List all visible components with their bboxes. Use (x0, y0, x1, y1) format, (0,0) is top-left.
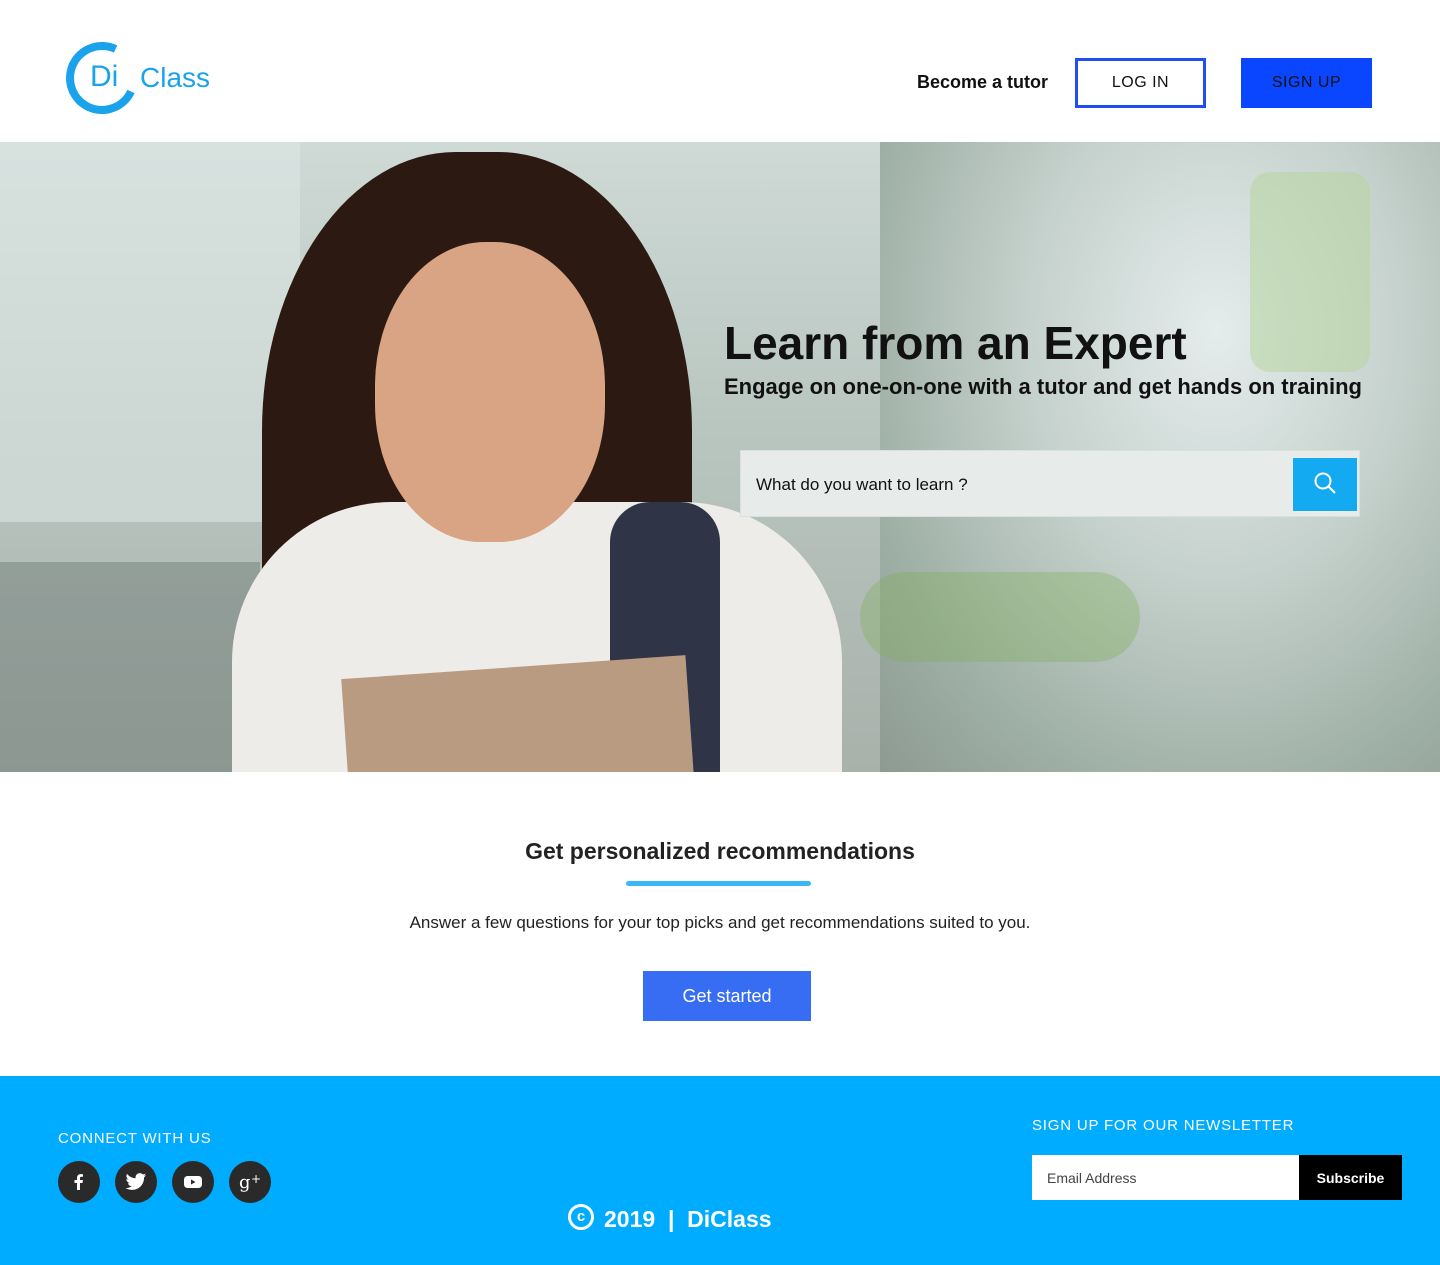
connect-label: CONNECT WITH US (58, 1130, 212, 1147)
recommendations-title: Get personalized recommendations (525, 838, 915, 864)
site-header: Di Class Become a tutor LOG IN SIGN UP (0, 0, 1440, 142)
google-plus-icon[interactable]: g + (229, 1161, 271, 1203)
svg-text:+: + (251, 1172, 261, 1186)
logo-di-text: Di (90, 60, 119, 93)
youtube-icon[interactable] (172, 1161, 214, 1203)
copyright-text: 2019 | DiClass (604, 1206, 772, 1232)
copyright: c 2019 | DiClass (568, 1203, 772, 1233)
hero-subtitle: Engage on one-on-one with a tutor and ge… (724, 374, 1362, 399)
newsletter-title: SIGN UP FOR OUR NEWSLETTER (1032, 1117, 1295, 1134)
recommendations-text: Answer a few questions for your top pick… (409, 913, 1031, 932)
recommendations-underline (626, 881, 811, 886)
search-icon (1314, 472, 1336, 494)
facebook-icon[interactable] (58, 1161, 100, 1203)
hero-background-plant (1250, 172, 1370, 372)
search-bar (740, 450, 1360, 518)
student-photo-face (375, 242, 605, 542)
site-footer: CONNECT WITH US g + c 2019 | DiClass SIGN… (0, 1076, 1440, 1265)
twitter-icon[interactable] (115, 1161, 157, 1203)
social-links: g + (58, 1161, 271, 1203)
hero-background-shadow (0, 562, 260, 772)
copyright-icon: c (568, 1203, 594, 1230)
hero-background-plant (860, 572, 1140, 662)
signup-button[interactable]: SIGN UP (1241, 58, 1372, 108)
hero-banner: Learn from an Expert Engage on one-on-on… (0, 142, 1440, 772)
search-button[interactable] (1293, 458, 1357, 511)
get-started-button[interactable]: Get started (643, 971, 811, 1021)
svg-text:g: g (239, 1172, 251, 1193)
hero-background-blur (0, 142, 300, 522)
newsletter-email-input[interactable] (1032, 1155, 1300, 1200)
subscribe-button[interactable]: Subscribe (1299, 1155, 1402, 1200)
search-input[interactable] (741, 451, 1291, 518)
diclass-logo[interactable]: Di Class (55, 31, 216, 125)
hero-title: Learn from an Expert (724, 317, 1187, 369)
logo-class-text: Class (140, 62, 211, 93)
login-button[interactable]: LOG IN (1075, 58, 1206, 108)
become-tutor-link[interactable]: Become a tutor (917, 72, 1048, 93)
